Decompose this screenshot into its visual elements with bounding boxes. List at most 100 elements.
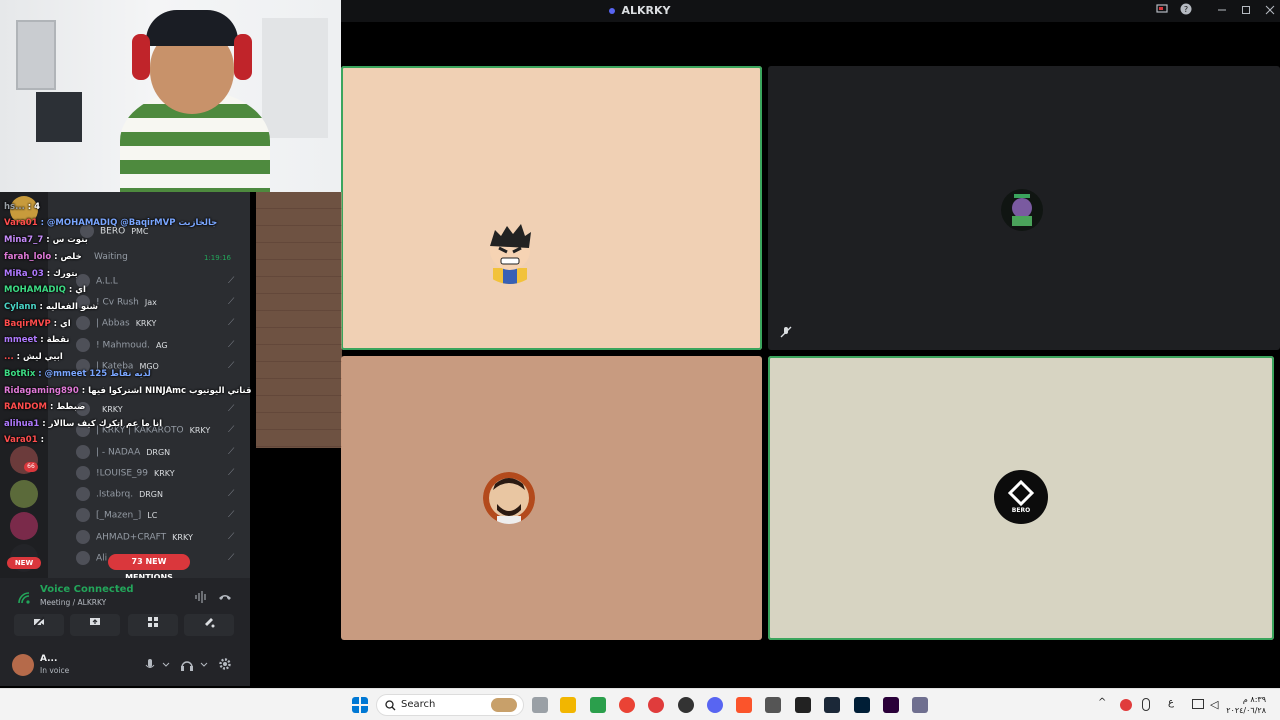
stream-overlay — [256, 192, 342, 448]
member-row[interactable]: | Abbas KRKY ⟋ — [76, 316, 234, 336]
new-mentions-button[interactable]: 73 NEW MENTIONS — [108, 554, 190, 582]
participant-tile-2[interactable] — [768, 66, 1280, 350]
diamond-logo-icon — [1008, 480, 1034, 506]
headset-icon — [234, 34, 252, 80]
brave-icon[interactable] — [736, 697, 752, 713]
waiting-label: Waiting — [94, 252, 128, 262]
capcut-icon[interactable] — [795, 697, 811, 713]
discord-logo-icon — [609, 8, 616, 14]
language-indicator[interactable]: ع — [1168, 697, 1174, 708]
mic-off-icon: ⟋ — [228, 489, 235, 499]
steam-icon[interactable] — [678, 697, 694, 713]
user-name[interactable]: A... — [40, 654, 57, 664]
store-icon[interactable] — [590, 697, 606, 713]
camera-off-button[interactable] — [14, 614, 64, 636]
waiting-time: 1:19:16 — [204, 254, 231, 262]
server-icon-3[interactable] — [10, 480, 38, 508]
member-row[interactable]: !LOUISE_99 KRKY ⟋ — [76, 466, 234, 486]
member-header[interactable]: BERO PMC — [80, 224, 149, 244]
help-icon[interactable]: ? — [1178, 3, 1194, 19]
network-icon[interactable] — [1192, 699, 1204, 709]
disconnect-icon[interactable] — [218, 590, 232, 604]
member-row[interactable]: [_Mazen_] LC ⟋ — [76, 508, 234, 528]
member-row[interactable]: | KRKY | KAKAROTO KRKY ⟋ — [76, 423, 234, 443]
app-icon[interactable] — [648, 697, 664, 713]
participant-tile-3[interactable] — [341, 356, 762, 640]
voice-panel: Voice Connected Meeting / ALKRKY A... In… — [0, 578, 250, 686]
steam-active-icon[interactable] — [824, 697, 840, 713]
screen-share-button[interactable] — [70, 614, 120, 636]
tray-app-icon[interactable] — [1120, 699, 1132, 711]
microphone-tray-icon[interactable] — [1142, 698, 1150, 711]
chevron-down-icon[interactable] — [162, 662, 170, 668]
close-icon[interactable] — [1262, 3, 1278, 19]
shelf — [262, 18, 328, 138]
avatar[interactable] — [12, 654, 34, 676]
award-plaque — [16, 20, 56, 90]
search-highlight-icon — [491, 698, 517, 712]
windows-taskbar: Search ^ ع ◁ ٨:٣٩ م ٢٠٢٤/٠٦/٢٨ — [0, 688, 1280, 720]
member-row[interactable]: AHMAD+CRAFT KRKY ⟋ — [76, 530, 234, 550]
screen-share-icon[interactable] — [1154, 3, 1170, 19]
gaming-avatar-icon — [1001, 189, 1043, 231]
voice-status[interactable]: Voice Connected — [40, 584, 134, 595]
volume-icon[interactable]: ◁ — [1210, 698, 1218, 711]
mic-off-icon: ⟋ — [228, 297, 235, 307]
camera-off-icon — [33, 616, 45, 628]
user-panel: A... In voice — [0, 648, 250, 686]
bero-avatar-label: BERO — [1011, 507, 1031, 514]
participant-tile-1[interactable] — [341, 66, 762, 350]
member-row[interactable]: ! Cv Rush Jax ⟋ — [76, 295, 234, 315]
minimize-icon[interactable] — [1214, 3, 1230, 19]
svg-text:?: ? — [1184, 5, 1188, 14]
member-row[interactable]: | - NADAA DRGN ⟋ — [76, 445, 234, 465]
microphone-icon[interactable] — [144, 658, 156, 672]
photoshop-icon[interactable] — [854, 697, 870, 713]
member-row[interactable]: A.L.L ⟋ — [76, 274, 234, 294]
muted-icon — [780, 326, 792, 338]
activities-icon — [148, 617, 158, 627]
chevron-up-icon[interactable]: ^ — [1098, 697, 1106, 708]
mic-off-icon: ⟋ — [228, 340, 235, 350]
noise-suppression-icon[interactable] — [194, 590, 208, 604]
server-list: 66 — [0, 190, 48, 580]
webcam-overlay — [0, 0, 341, 192]
task-view-icon[interactable] — [532, 697, 548, 713]
mic-off-icon: ⟋ — [228, 553, 235, 563]
mic-off-icon: ⟋ — [228, 510, 235, 520]
person-avatar-icon — [483, 472, 535, 524]
discord-icon[interactable] — [707, 697, 723, 713]
mic-off-icon: ⟋ — [228, 276, 235, 286]
streamer-hair — [146, 10, 238, 46]
file-explorer-icon[interactable] — [560, 697, 576, 713]
mic-off-icon: ⟋ — [228, 318, 235, 328]
app-icon-3[interactable] — [912, 697, 928, 713]
member-row[interactable]: | Kateba MGO ⟋ — [76, 359, 234, 379]
server-icon-4[interactable] — [10, 512, 38, 540]
bero-avatar: BERO — [994, 470, 1048, 524]
maximize-icon[interactable] — [1238, 3, 1254, 19]
voice-stage: BERO — [341, 22, 1280, 686]
member-row[interactable]: .Istabrq. DRGN ⟋ — [76, 487, 234, 507]
member-row[interactable]: KRKY ⟋ — [76, 402, 234, 422]
voice-channel[interactable]: Meeting / ALKRKY — [40, 598, 106, 607]
headphones-icon[interactable] — [180, 658, 194, 672]
new-badge[interactable]: NEW — [7, 557, 41, 569]
angry-avatar-icon — [490, 224, 531, 284]
soundboard-button[interactable] — [184, 614, 234, 636]
participant-tile-4[interactable]: BERO — [768, 356, 1274, 640]
chevron-down-icon[interactable] — [200, 662, 208, 668]
member-row[interactable]: ! Mahmoud. AG ⟋ — [76, 338, 234, 358]
app-icon-2[interactable] — [765, 697, 781, 713]
connection-icon — [18, 592, 30, 604]
server-icon-1[interactable] — [10, 196, 38, 224]
premiere-icon[interactable] — [883, 697, 899, 713]
chrome-icon[interactable] — [619, 697, 635, 713]
windows-start-icon[interactable] — [352, 697, 368, 713]
gear-icon[interactable] — [218, 657, 232, 671]
taskbar-search[interactable]: Search — [376, 694, 524, 716]
activities-button[interactable] — [128, 614, 178, 636]
clock[interactable]: ٨:٣٩ م ٢٠٢٤/٠٦/٢٨ — [1226, 694, 1266, 716]
headset-icon — [132, 34, 150, 80]
discord-window: ALKRKY ? BERO 66 BERO PMC Waiting 1:19:1… — [0, 0, 1280, 720]
